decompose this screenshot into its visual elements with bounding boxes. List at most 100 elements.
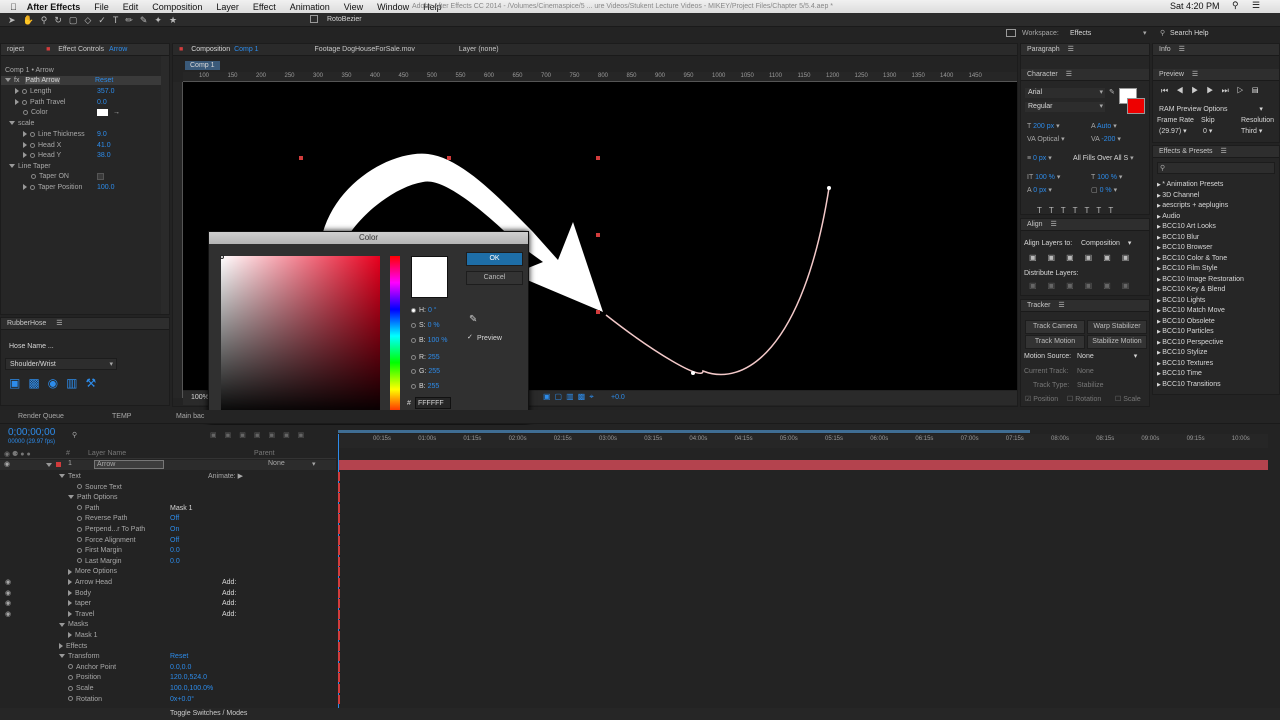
- property-value[interactable]: Add:: [222, 610, 236, 619]
- parent-select[interactable]: None: [268, 460, 285, 467]
- keyframe-marker[interactable]: [338, 493, 340, 503]
- tab-temp[interactable]: TEMP: [112, 413, 131, 420]
- resolution-select[interactable]: Third ▾: [1241, 127, 1262, 136]
- eye-icon[interactable]: ◉: [5, 578, 11, 587]
- frame-rate-select[interactable]: (29.97) ▾: [1159, 127, 1187, 136]
- keyframe-marker[interactable]: [338, 567, 340, 577]
- property-value[interactable]: 120.0,524.0: [170, 673, 207, 682]
- keyframe-marker[interactable]: [338, 684, 340, 693]
- preset-category[interactable]: ▶ BCC10 Obsolete: [1157, 317, 1215, 327]
- preset-category[interactable]: ▶ BCC10 Blur: [1157, 233, 1199, 243]
- preset-category[interactable]: ▶ BCC10 Image Restoration: [1157, 275, 1244, 285]
- keyframe-marker[interactable]: [338, 673, 340, 683]
- toggle-switches-modes[interactable]: Toggle Switches / Modes: [170, 710, 247, 717]
- hex-input[interactable]: FFFFFF: [415, 397, 451, 409]
- keyframe-marker[interactable]: [338, 652, 340, 662]
- ram-preview-select[interactable]: RAM Preview Options ▾: [1159, 105, 1263, 114]
- preset-category[interactable]: ▶ BCC10 Browser: [1157, 243, 1212, 253]
- stroke-mode[interactable]: All Fills Over All S ▾: [1073, 154, 1134, 163]
- preset-category[interactable]: ▶ BCC10 Perspective: [1157, 338, 1223, 348]
- align-to-select[interactable]: Composition ▾: [1081, 239, 1131, 248]
- keyframe-marker[interactable]: [338, 599, 340, 609]
- property-value[interactable]: Reset: [170, 652, 188, 661]
- tab-rubberhose[interactable]: RubberHose ☰: [1, 318, 169, 330]
- hose-type-select[interactable]: Shoulder/Wrist ▾: [5, 358, 117, 370]
- preset-category[interactable]: ▶ Audio: [1157, 212, 1180, 222]
- keyframe-marker[interactable]: [338, 609, 340, 619]
- property-row[interactable]: Body: [68, 589, 91, 598]
- viewer-icons[interactable]: ▣▢▥▩⌖: [543, 392, 598, 402]
- preset-category[interactable]: ▶ 3D Channel: [1157, 191, 1199, 201]
- timeline-switch-icons[interactable]: ▣▣▣▣▣▣▣: [210, 431, 312, 439]
- menu-layer[interactable]: Layer: [216, 2, 239, 12]
- tab-preview[interactable]: Preview ☰: [1153, 69, 1279, 81]
- current-time[interactable]: 0;00;00;00: [8, 427, 55, 438]
- property-value[interactable]: 100.0,100.0%: [170, 684, 213, 693]
- monitor-icon[interactable]: [1006, 29, 1016, 37]
- property-row[interactable]: Effects: [59, 642, 87, 651]
- timeline-ruler[interactable]: 00:15s 01:00s 01:15s 02:00s 02:15s 03:00s 03:1…: [338, 434, 1268, 448]
- keyframe-marker[interactable]: [338, 556, 340, 566]
- color-swatch[interactable]: [97, 109, 108, 116]
- tab-info[interactable]: Info ☰: [1153, 44, 1279, 56]
- property-row[interactable]: Force Alignment: [77, 536, 136, 545]
- preset-category[interactable]: ▶ BCC10 Art Looks: [1157, 222, 1216, 232]
- property-value[interactable]: 0.0: [170, 557, 180, 566]
- menu-list-icon[interactable]: ☰: [1252, 0, 1260, 11]
- keyframe-marker[interactable]: [338, 588, 340, 598]
- property-row[interactable]: Masks: [59, 620, 88, 629]
- property-value[interactable]: Add:: [222, 578, 236, 587]
- property-row[interactable]: taper: [68, 599, 91, 608]
- menu-window[interactable]: Window: [377, 2, 409, 12]
- property-row[interactable]: Path: [77, 504, 99, 513]
- eye-icon[interactable]: ◉: [5, 610, 11, 619]
- tab-layer[interactable]: Layer (none): [459, 46, 499, 53]
- stroke-width[interactable]: ≡ 0 px ▾: [1027, 154, 1052, 163]
- preview-checkbox[interactable]: ✓: [467, 333, 473, 341]
- clock[interactable]: Sat 4:20 PM: [1170, 1, 1220, 11]
- layer-name[interactable]: Arrow: [94, 460, 164, 469]
- align-buttons[interactable]: ▣▣▣▣▣▣: [1029, 253, 1140, 262]
- menu-file[interactable]: File: [94, 2, 109, 12]
- property-row[interactable]: Reverse Path: [77, 514, 127, 523]
- property-row[interactable]: Arrow Head: [68, 578, 112, 587]
- tab-footage[interactable]: Footage DogHouseForSale.mov: [315, 46, 415, 53]
- cancel-button[interactable]: Cancel: [466, 271, 523, 285]
- property-value[interactable]: 0.0,0.0: [170, 663, 191, 672]
- keyframe-marker[interactable]: [338, 662, 340, 672]
- track-camera-button[interactable]: Track Camera: [1025, 320, 1085, 334]
- fx-row[interactable]: fx Path Arrow Reset: [1, 76, 169, 85]
- baseline-shift[interactable]: A 0 px ▾: [1027, 186, 1052, 195]
- keyframe-marker[interactable]: [338, 535, 340, 545]
- property-value[interactable]: Add:: [222, 589, 236, 598]
- property-value[interactable]: Off: [170, 514, 179, 523]
- property-row[interactable]: Last Margin: [77, 557, 122, 566]
- preset-category[interactable]: ▶ BCC10 Particles: [1157, 327, 1214, 337]
- tab-effects-presets[interactable]: Effects & Presets ☰: [1153, 146, 1279, 158]
- col-parent[interactable]: Parent: [254, 450, 275, 457]
- app-menu[interactable]: After Effects: [27, 2, 81, 12]
- property-row[interactable]: Source Text: [77, 483, 122, 492]
- layer-row-arrow[interactable]: ◉ 1 Arrow None ▾: [0, 460, 336, 470]
- property-row[interactable]: Mask 1: [68, 631, 98, 640]
- tab-align[interactable]: Align ☰: [1021, 219, 1149, 231]
- menu-composition[interactable]: Composition: [152, 2, 202, 12]
- color-field[interactable]: [221, 256, 380, 416]
- text-style-buttons[interactable]: TTTTTTT: [1037, 206, 1120, 215]
- rotation-checkbox[interactable]: ☐ Rotation: [1067, 395, 1101, 404]
- eyedropper-icon[interactable]: →: [113, 108, 120, 117]
- property-row[interactable]: First Margin: [77, 546, 122, 555]
- preset-category[interactable]: ▶ BCC10 Textures: [1157, 359, 1213, 369]
- property-row[interactable]: Transform: [59, 652, 100, 661]
- property-row[interactable]: Travel: [68, 610, 94, 619]
- keyframe-marker[interactable]: [338, 620, 340, 630]
- keyframe-marker[interactable]: [338, 503, 340, 513]
- comp-chip[interactable]: Comp 1: [185, 61, 220, 70]
- tab-tracker[interactable]: Tracker ☰: [1021, 300, 1149, 312]
- vertical-scale[interactable]: IT 100 % ▾: [1027, 173, 1060, 182]
- stabilize-motion-button[interactable]: Stabilize Motion: [1087, 335, 1147, 349]
- property-row[interactable]: Text: [59, 472, 81, 481]
- search-icon[interactable]: ⚲: [72, 431, 77, 439]
- animate-menu[interactable]: Animate: ▶: [208, 472, 243, 481]
- property-value[interactable]: 0.0: [170, 546, 180, 555]
